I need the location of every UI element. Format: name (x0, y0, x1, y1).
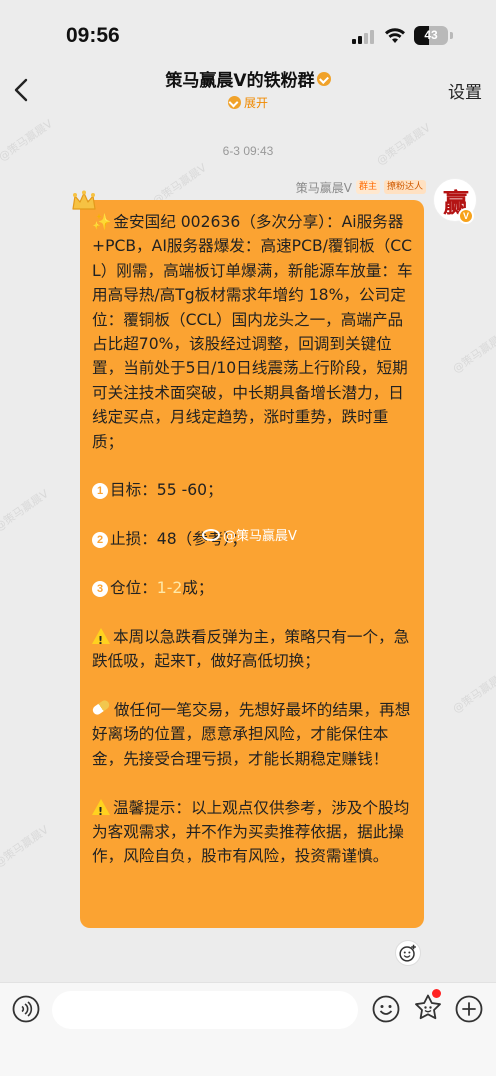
message-bubble[interactable]: ✨ 金安国纪 002636（多次分享）：Ai服务器+PCB，AI服务器爆发：高速P… (80, 200, 424, 928)
notification-dot (432, 989, 441, 998)
message-paragraph: ✨ 金安国纪 002636（多次分享）：Ai服务器+PCB，AI服务器爆发：高速P… (92, 210, 414, 454)
emoji-icon[interactable] (372, 995, 400, 1023)
reaction-icon[interactable] (395, 940, 421, 966)
input-bar (0, 982, 496, 1076)
status-time: 09:56 (66, 24, 120, 47)
position-value: 1-2 (156, 579, 183, 598)
number-two-icon: 2 (92, 532, 108, 549)
chat-area[interactable]: @策马赢晨V @策马赢晨V @策马赢晨V @策马赢晨V @策马赢晨V @策马赢晨… (0, 116, 496, 982)
owner-tag: 群主 (355, 180, 380, 194)
image-watermark-text: @策马赢晨V (223, 529, 297, 544)
wifi-icon (385, 28, 405, 43)
intro-text: 金安国纪 002636（多次分享）：Ai服务器+PCB，AI服务器爆发：高速PC… (92, 213, 413, 451)
group-title: 策马赢晨V的铁粉群 (165, 71, 315, 91)
trade-advice-text: 做任何一笔交易，先想好最坏的结果，再想好离场的位置，愿意承担风险，才能保住本金，… (92, 701, 411, 768)
watermark: @策马赢晨V (450, 669, 496, 716)
sparkle-icon: ✨ (92, 213, 112, 231)
sender-row: 策马赢晨V 群主 撩粉达人 (296, 178, 426, 196)
position-suffix: 成； (182, 579, 214, 598)
expand-label: 展开 (243, 96, 268, 110)
number-one-icon: 1 (92, 483, 108, 500)
weibo-icon (202, 528, 220, 541)
week-strategy-text: 本周以急跌看反弹为主，策略只有一个，急跌低吸，起来T，做好高低切换； (92, 627, 410, 671)
battery-icon: 43 (414, 26, 448, 45)
sender-name: 策马赢晨V (295, 180, 352, 195)
expand-toggle[interactable]: 展开 (0, 92, 496, 111)
group-title-row[interactable]: 策马赢晨V的铁粉群 (0, 66, 496, 91)
target-label: 目标： (110, 481, 157, 500)
avatar-verified-badge: V (458, 208, 474, 224)
signal-icon (352, 28, 376, 44)
tips-text: 温馨提示：以上观点仅供参考，涉及个股均为客观需求，并不作为买卖推荐依据，据此操作… (92, 798, 410, 866)
warning-icon (92, 627, 110, 653)
battery-level: 43 (424, 28, 438, 42)
fan-tag: 撩粉达人 (383, 180, 426, 194)
target-value: 55 -60； (156, 481, 223, 500)
position-line: 3 仓位：1-2成； (92, 576, 414, 600)
target-line: 1 目标：55 -60； (92, 478, 414, 502)
chevron-down-icon (227, 96, 241, 109)
crown-icon (72, 190, 96, 210)
stop-label: 止损： (110, 530, 157, 549)
verified-badge-icon (316, 71, 331, 86)
image-watermark: @策马赢晨V (202, 525, 297, 544)
chat-header: 策马赢晨V的铁粉群 展开 设置 (0, 64, 496, 116)
plus-icon[interactable] (455, 995, 483, 1023)
status-bar: 09:56 43 (0, 0, 496, 64)
trade-advice-line: 做任何一笔交易，先想好最坏的结果，再想好离场的位置，愿意承担风险，才能保住本金，… (91, 698, 414, 771)
voice-icon[interactable] (12, 995, 40, 1023)
week-strategy-line: 本周以急跌看反弹为主，策略只有一个，急跌低吸，起来T，做好高低切换； (92, 625, 414, 674)
tips-line: 温馨提示：以上观点仅供参考，涉及个股均为客观需求，并不作为买卖推荐依据，据此操作… (92, 796, 414, 869)
battery-cap (450, 32, 453, 39)
watermark: @策马赢晨V (450, 329, 496, 376)
number-three-icon: 3 (92, 581, 108, 598)
position-label: 仓位： (110, 579, 157, 598)
watermark: @策马赢晨V (0, 487, 51, 534)
pill-icon (91, 698, 111, 717)
warning-icon (92, 798, 110, 824)
message-input[interactable] (52, 991, 358, 1029)
watermark: @策马赢晨V (0, 823, 51, 870)
message-timestamp: 6-3 09:43 (222, 144, 274, 158)
settings-button[interactable]: 设置 (448, 78, 482, 103)
